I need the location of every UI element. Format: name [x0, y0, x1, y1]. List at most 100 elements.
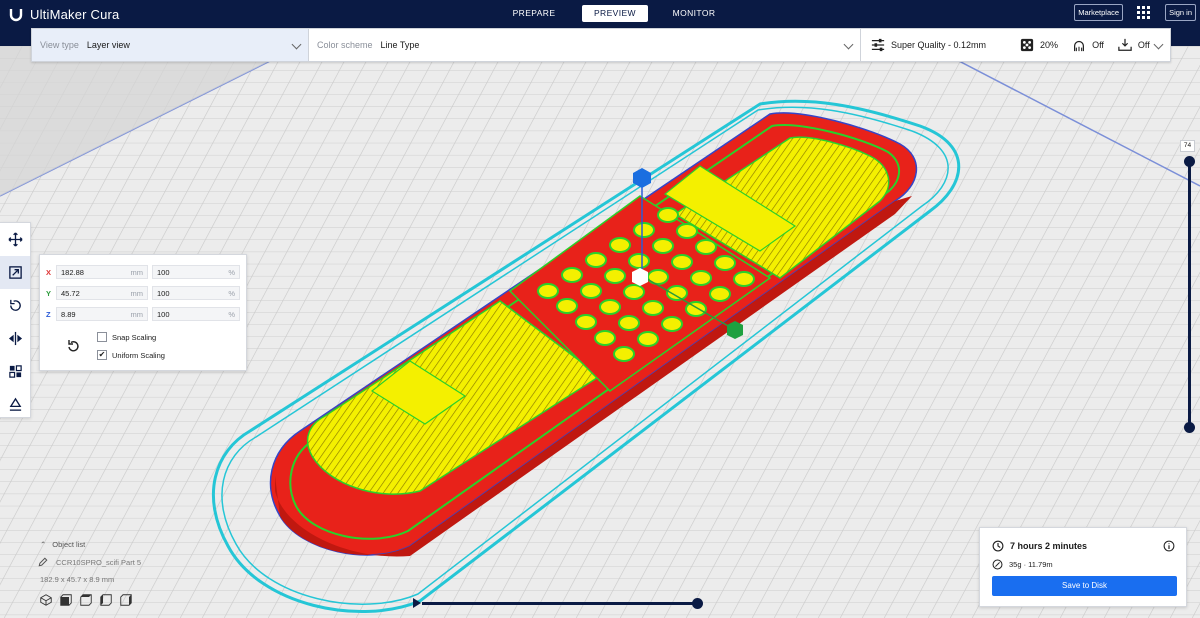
- depth-input[interactable]: 45.72 mm: [56, 286, 148, 300]
- height-value: 8.89: [61, 309, 76, 319]
- front-view-icon[interactable]: [60, 594, 72, 606]
- right-view-icon[interactable]: [120, 594, 132, 606]
- uniform-scaling-checkbox[interactable]: ✔: [97, 350, 107, 360]
- top-bar: UltiMaker Cura PREPARE PREVIEW MONITOR M…: [0, 0, 1200, 28]
- view-type-value: Layer view: [86, 40, 130, 50]
- profile-item: Super Quality - 0.12mm: [871, 38, 986, 52]
- adhesion-item: Off: [1118, 38, 1150, 52]
- profile-name: Super Quality - 0.12mm: [891, 40, 987, 50]
- support-item: Off: [1072, 38, 1104, 52]
- height-input[interactable]: 8.89 mm: [56, 307, 148, 321]
- axis-y-label: Y: [46, 288, 52, 298]
- support-icon: [1074, 40, 1085, 52]
- path-slider-track[interactable]: [422, 602, 698, 605]
- color-scheme-value: Line Type: [380, 40, 420, 50]
- sliders-icon: [871, 38, 885, 52]
- width-input[interactable]: 182.88 mm: [56, 265, 148, 279]
- scale-tool-button[interactable]: [0, 256, 30, 289]
- unit: mm: [130, 309, 144, 319]
- left-toolbar: [0, 222, 31, 418]
- scale-row-y: Y 45.72 mm 100%: [46, 286, 244, 300]
- tab-prepare[interactable]: PREPARE: [500, 5, 568, 22]
- uniform-scaling-label: Uniform Scaling: [112, 350, 165, 360]
- unit: mm: [130, 267, 144, 277]
- camera-view-buttons: [40, 594, 141, 606]
- depth-value: 45.72: [61, 288, 80, 298]
- color-scheme-label: Color scheme: [317, 40, 373, 50]
- width-percent-input[interactable]: 100%: [152, 265, 240, 279]
- scale-row-x: X 182.88 mm 100%: [46, 265, 244, 279]
- per-model-settings-button[interactable]: [0, 355, 30, 388]
- sign-in-button[interactable]: Sign in: [1165, 4, 1196, 21]
- top-view-icon[interactable]: [80, 594, 92, 606]
- layer-slider-track[interactable]: [1188, 162, 1191, 428]
- per-model-settings-icon: [8, 365, 22, 378]
- scale-icon: [8, 266, 22, 279]
- move-icon: [7, 232, 23, 247]
- unit: mm: [130, 288, 144, 298]
- mirror-icon: [8, 331, 22, 346]
- marketplace-button[interactable]: Marketplace: [1074, 4, 1124, 21]
- color-scheme-dropdown[interactable]: Color scheme Line Type: [309, 29, 861, 61]
- infill-value: 20%: [1040, 40, 1059, 50]
- left-view-icon[interactable]: [100, 594, 112, 606]
- chevron-up-icon: ⌃: [40, 540, 47, 549]
- object-list-item[interactable]: CCR10SPRO_scifi Part 5: [38, 557, 141, 567]
- support-blocker-button[interactable]: [0, 388, 30, 421]
- stage-tabs: PREPARE PREVIEW MONITOR: [500, 5, 728, 22]
- save-to-disk-button[interactable]: Save to Disk: [992, 576, 1177, 596]
- apps-grid-icon[interactable]: [1137, 5, 1151, 20]
- rotate-tool-button[interactable]: [0, 289, 30, 322]
- view-settings-panel: View type Layer view Color scheme Line T…: [31, 28, 1171, 62]
- depth-percent-input[interactable]: 100%: [152, 286, 240, 300]
- material-row: 35g · 11.79m: [992, 559, 1053, 570]
- layer-slider-top-handle[interactable]: [1184, 156, 1195, 167]
- move-tool-button[interactable]: [0, 223, 30, 256]
- axis-x-label: X: [46, 267, 52, 277]
- uniform-scaling-row[interactable]: ✔ Uniform Scaling: [97, 350, 165, 360]
- support-value: Off: [1092, 40, 1104, 50]
- percent-unit: %: [228, 309, 235, 319]
- mirror-tool-button[interactable]: [0, 322, 30, 355]
- percent-unit: %: [228, 267, 235, 277]
- percent-unit: %: [228, 288, 235, 298]
- tab-preview[interactable]: PREVIEW: [582, 5, 648, 22]
- infill-icon: [1020, 38, 1034, 52]
- ultimaker-logo-icon: [9, 9, 23, 22]
- chevron-down-icon: [843, 39, 854, 50]
- object-dimensions: 182.9 x 45.7 x 8.9 mm: [40, 575, 115, 584]
- chevron-down-icon: [1153, 39, 1164, 50]
- snap-scaling-row[interactable]: Snap Scaling: [97, 332, 156, 342]
- spool-icon: [992, 559, 1003, 570]
- print-settings-selector[interactable]: Super Quality - 0.12mm 20% Off Off: [861, 29, 1170, 61]
- object-list-title: Object list: [52, 540, 86, 549]
- snap-scaling-checkbox[interactable]: [97, 332, 107, 342]
- width-value: 182.88: [61, 267, 84, 277]
- path-slider-handle[interactable]: [692, 598, 703, 609]
- view-type-dropdown[interactable]: View type Layer view: [32, 29, 309, 61]
- tab-monitor[interactable]: MONITOR: [660, 5, 728, 22]
- clock-icon: [992, 540, 1004, 552]
- reset-scale-icon[interactable]: [65, 338, 81, 354]
- object-name: CCR10SPRO_scifi Part 5: [56, 557, 142, 567]
- object-list: ⌃ Object list CCR10SPRO_scifi Part 5 182…: [38, 540, 141, 606]
- print-time: 7 hours 2 minutes: [1010, 541, 1088, 551]
- adhesion-icon: [1118, 38, 1132, 51]
- layer-number-badge[interactable]: 74: [1180, 140, 1195, 152]
- chevron-down-icon: [291, 39, 302, 50]
- width-percent-value: 100: [157, 267, 170, 277]
- height-percent-input[interactable]: 100%: [152, 307, 240, 321]
- pencil-icon: [38, 557, 48, 567]
- axis-z-label: Z: [46, 309, 51, 319]
- layer-slider-bottom-handle[interactable]: [1184, 422, 1195, 433]
- support-blocker-icon: [9, 397, 21, 411]
- material-usage: 35g · 11.79m: [1009, 560, 1053, 569]
- scale-panel: X 182.88 mm 100% Y 45.72 mm 100% Z 8.89 mm …: [39, 254, 247, 371]
- object-list-toggle[interactable]: ⌃ Object list: [40, 540, 141, 549]
- rotate-icon: [9, 299, 21, 311]
- app-title: UltiMaker Cura: [30, 6, 120, 22]
- play-icon[interactable]: [413, 598, 421, 608]
- height-percent-value: 100: [157, 309, 170, 319]
- 3d-view-icon[interactable]: [40, 594, 52, 606]
- info-icon[interactable]: [1163, 540, 1175, 552]
